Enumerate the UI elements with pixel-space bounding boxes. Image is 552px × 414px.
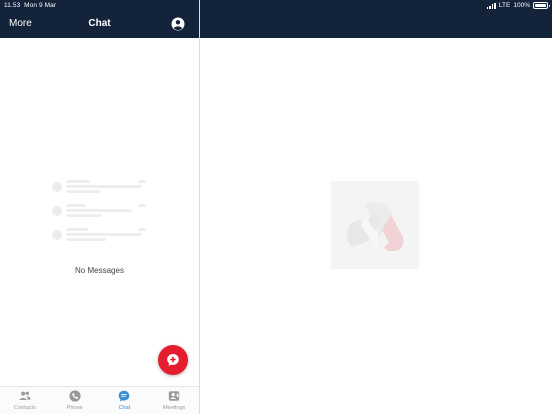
empty-chat-illustration (52, 179, 152, 251)
placeholder-row (52, 203, 152, 227)
contacts-icon (19, 391, 31, 400)
signal-icon (486, 2, 496, 9)
empty-state-text: No Messages (75, 266, 124, 275)
tab-meetings[interactable]: Meetings (149, 387, 199, 414)
split-divider (199, 0, 200, 414)
battery-icon (533, 2, 550, 9)
network-label: LTE (498, 2, 511, 9)
tab-phone[interactable]: Phone (50, 387, 100, 414)
tab-chat[interactable]: Chat (100, 387, 150, 414)
status-date: Mon 9 Mar (24, 2, 57, 9)
meetings-icon (168, 391, 180, 401)
new-chat-icon (167, 354, 179, 366)
tab-contacts[interactable]: Contacts (0, 387, 50, 414)
user-circle-icon[interactable] (171, 17, 185, 31)
tab-label: Phone (66, 405, 83, 411)
tab-bar: Contacts Phone Chat Meetings (0, 386, 199, 414)
tab-label: Chat (118, 405, 131, 411)
placeholder-row (52, 179, 152, 203)
page-title: Chat (88, 18, 111, 29)
chat-icon (119, 390, 130, 402)
phone-icon (69, 390, 81, 402)
battery-fill (535, 4, 546, 7)
app-window: 11.53 Mon 9 Mar LTE 100% More Chat No Me… (0, 0, 552, 414)
placeholder-row (52, 227, 152, 251)
status-indicators: LTE 100% (486, 1, 550, 10)
new-chat-button[interactable] (158, 345, 188, 375)
top-bar: 11.53 Mon 9 Mar LTE 100% More Chat (0, 0, 552, 38)
battery-percent: 100% (513, 2, 530, 9)
tab-label: Contacts (14, 405, 36, 411)
app-logo-icon (347, 202, 404, 251)
status-time: 11.53 Mon 9 Mar (4, 2, 56, 9)
tab-label: Meetings (162, 405, 186, 411)
app-logo-placeholder (331, 181, 419, 269)
status-clock: 11.53 (4, 2, 21, 9)
